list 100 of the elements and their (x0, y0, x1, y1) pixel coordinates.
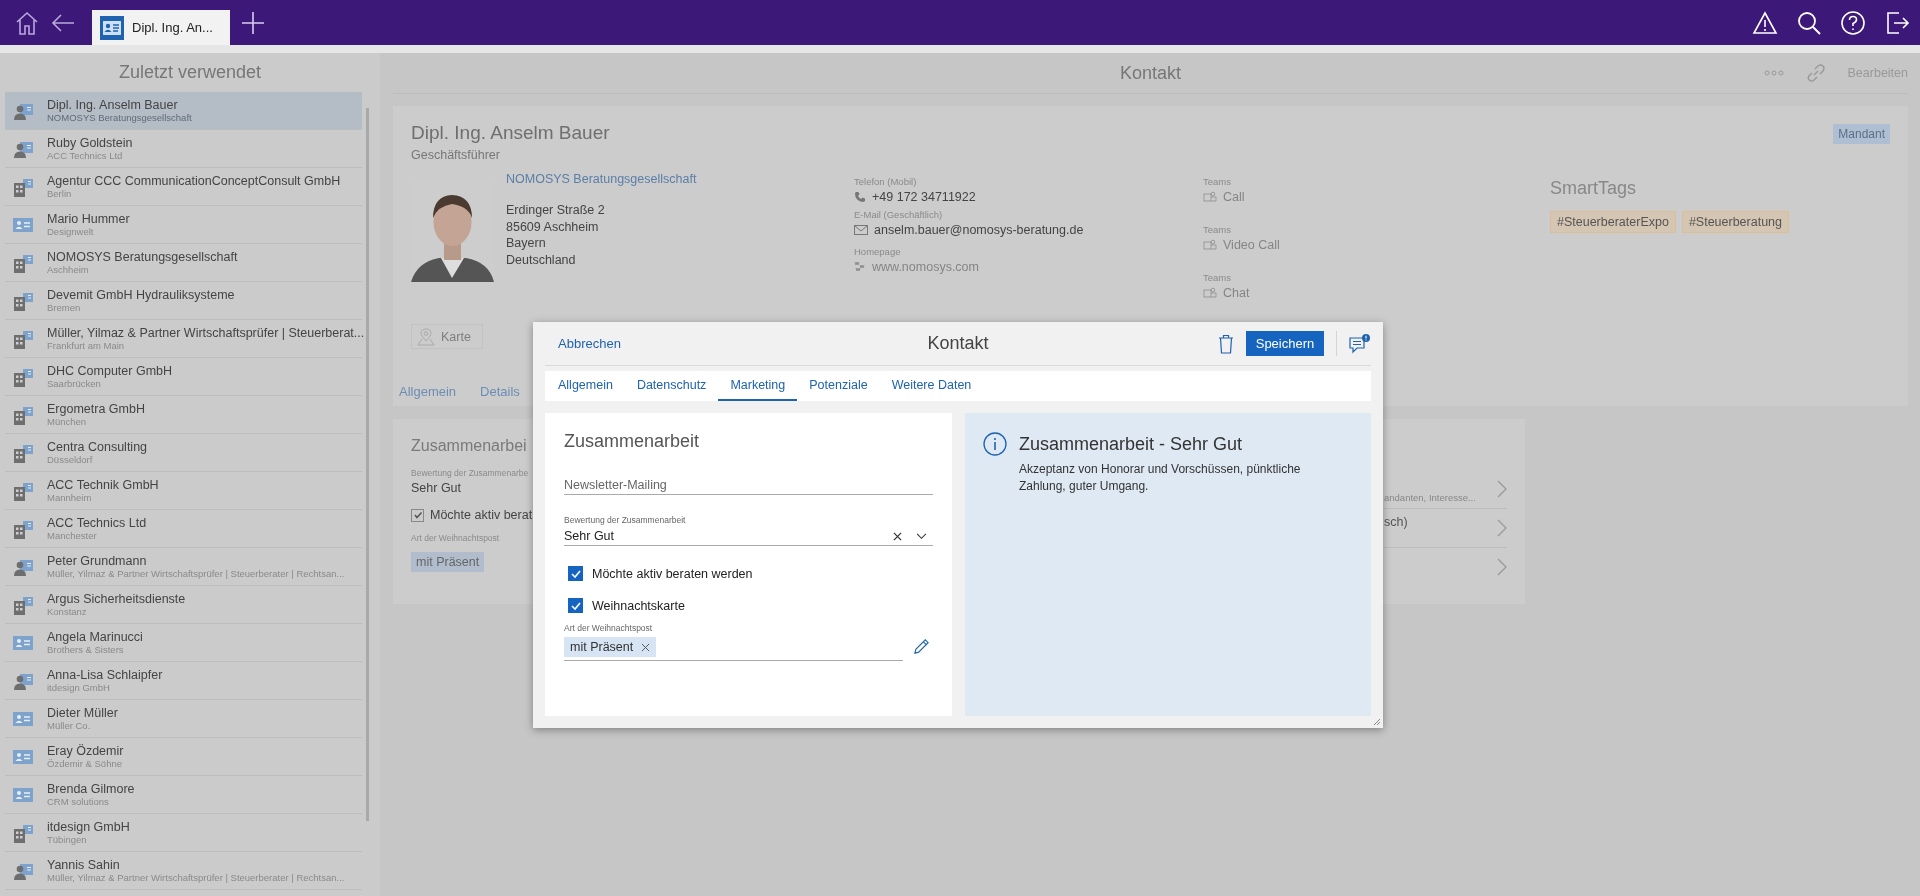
teams-icon (1203, 287, 1217, 299)
info-text: Akzeptanz von Honorar und Vorschüssen, pünktliche Zahlung, guter Umgang. (1019, 461, 1302, 495)
field-value: www.nomosys.com (872, 260, 979, 274)
warning-icon[interactable] (1752, 9, 1778, 36)
field-value: anselm.bauer@nomosys-beratung.de (874, 223, 1084, 237)
recent-item[interactable]: Dieter Müller Müller Co. (5, 700, 362, 738)
recent-item[interactable]: Angela Marinucci Brothers & Sisters (5, 624, 362, 662)
checkbox-label: Möchte aktiv beraten werden (592, 566, 753, 581)
recent-item[interactable]: Brenda Gilmore CRM solutions (5, 776, 362, 814)
recent-item[interactable]: NOMOSYS Beratungsgesellschaft Aschheim (5, 244, 362, 282)
cancel-button[interactable]: Abbrechen (558, 336, 621, 351)
dialog-tab[interactable]: Datenschutz (624, 371, 719, 401)
recent-item[interactable]: Centra Consulting Düsseldorf (5, 434, 362, 472)
item-name: Argus Sicherheitsdienste (47, 592, 186, 606)
scrollbar[interactable] (366, 108, 369, 821)
newsletter-field[interactable]: Newsletter-Mailing (564, 476, 933, 495)
recent-item[interactable]: ACC Technik GmbH Mannheim (5, 472, 362, 510)
recent-item[interactable]: Peter Grundmann Müller, Yilmaz & Partner Wirtschaftsprüfer | Steuerberater | Rechtsan... (5, 548, 362, 586)
recent-item[interactable]: Anna-Lisa Schlaipfer itdesign GmbH (5, 662, 362, 700)
recent-item[interactable]: itdesign GmbH Tübingen (5, 814, 362, 852)
recent-item[interactable]: Devemit GmbH Hydrauliksysteme Bremen (5, 282, 362, 320)
dialog-tab[interactable]: Allgemein (557, 371, 625, 401)
building-icon (13, 594, 33, 615)
dialog-tab[interactable]: Weitere Daten (879, 371, 984, 401)
address-line: Erdinger Straße 2 (506, 202, 606, 219)
rating-select[interactable]: Bewertung der Zusammenarbeit Sehr Gut (564, 515, 933, 546)
recent-item[interactable]: DHC Computer GmbH Saarbrücken (5, 358, 362, 396)
teams-icon (1203, 191, 1217, 203)
contact-name: Dipl. Ing. Anselm Bauer (411, 122, 610, 144)
value-chip[interactable]: mit Präsent (564, 637, 657, 657)
comment-alert-icon[interactable] (1349, 333, 1371, 354)
building-icon (13, 328, 33, 349)
checkbox[interactable] (411, 508, 424, 522)
building-icon (13, 822, 33, 843)
dialog-title: Kontakt (927, 333, 989, 354)
info-icon (983, 432, 1007, 456)
recent-item[interactable]: Argus Sicherheitsdienste Konstanz (5, 586, 362, 624)
list-title: sch) (1384, 514, 1408, 529)
recent-item[interactable]: Yannis Sahin Müller, Yilmaz & Partner Wirtschaftsprüfer | Steuerberater | Rechtsan... (5, 852, 362, 890)
remove-icon[interactable] (641, 642, 651, 652)
item-name: Peter Grundmann (47, 554, 148, 568)
field-label: Teams (1203, 272, 1232, 283)
building-icon (13, 480, 33, 501)
checkbox-label: Möchte aktiv berat (430, 508, 533, 522)
dialog-tab[interactable]: Marketing (718, 371, 798, 401)
item-name: Angela Marinucci (47, 630, 143, 644)
building-icon (13, 366, 33, 387)
mail-icon (854, 225, 868, 235)
checkbox-label: Weihnachtskarte (592, 598, 685, 613)
item-name: itdesign GmbH (47, 820, 130, 834)
item-subtitle: Bremen (47, 302, 82, 313)
phone-icon (854, 191, 866, 203)
document-tab[interactable]: Dipl. Ing. An... (92, 10, 230, 45)
resize-grip-icon[interactable] (1371, 716, 1381, 726)
edit-icon[interactable] (913, 638, 930, 655)
save-button[interactable]: Speichern (1246, 331, 1324, 356)
contact-role: Geschäftsführer (411, 148, 501, 162)
item-subtitle: Müller, Yilmaz & Partner Wirtschaftsprüfer | Steuerberater | Rechtsan... (47, 568, 345, 579)
add-icon[interactable] (240, 9, 266, 36)
recent-item[interactable]: Mario Hummer Designwelt (5, 206, 362, 244)
item-subtitle: Tübingen (47, 834, 88, 845)
status-badge: Mandant (1833, 124, 1890, 144)
field-label: Bewertung der Zusammenarbe (411, 468, 530, 478)
item-subtitle: Düsseldorf (47, 454, 94, 465)
item-name: Mario Hummer (47, 212, 130, 226)
recent-item[interactable]: ACC Technics Ltd Manchester (5, 510, 362, 548)
item-name: Agentur CCC CommunicationConceptConsult GmbH (47, 174, 341, 188)
help-icon[interactable] (1840, 9, 1866, 36)
item-subtitle: Brothers & Sisters (47, 644, 125, 655)
home-icon[interactable] (14, 9, 40, 36)
item-subtitle: Manchester (47, 530, 98, 541)
item-name: DHC Computer GmbH (47, 364, 173, 378)
item-name: ACC Technik GmbH (47, 478, 159, 492)
item-name: Anna-Lisa Schlaipfer (47, 668, 163, 682)
building-icon (13, 290, 33, 311)
checkbox[interactable] (568, 566, 583, 581)
field-label: Telefon (Mobil) (854, 176, 918, 187)
recent-item[interactable]: Dipl. Ing. Anselm Bauer NOMOSYS Beratungsgesellschaft (5, 92, 362, 130)
map-pin-icon (417, 327, 435, 346)
search-icon[interactable] (1796, 9, 1822, 36)
chevron-down-icon[interactable] (916, 532, 927, 540)
field-label: Teams (1203, 176, 1232, 187)
item-name: Eray Özdemir (47, 744, 124, 758)
clear-icon[interactable] (893, 531, 902, 541)
smart-tag[interactable]: #SteuerberaterExpo (1550, 211, 1676, 233)
smart-tag[interactable]: #Steuerberatung (1681, 211, 1790, 233)
section-title: Zusammenarbeit (564, 431, 701, 452)
recent-item[interactable]: Ergometra GmbH München (5, 396, 362, 434)
logout-icon[interactable] (1884, 9, 1910, 36)
recent-item[interactable]: Agentur CCC CommunicationConceptConsult GmbH Berlin (5, 168, 362, 206)
recent-item[interactable]: Eray Özdemir Özdemir & Söhne (5, 738, 362, 776)
trash-icon[interactable] (1218, 333, 1234, 354)
field-label: E-Mail (Geschäftlich) (854, 209, 944, 220)
dialog-tab[interactable]: Potenziale (797, 371, 880, 401)
teams-icon (1203, 239, 1217, 251)
item-subtitle: Mannheim (47, 492, 93, 503)
field-label: Teams (1203, 224, 1232, 235)
checkbox[interactable] (568, 598, 583, 613)
field-value: Sehr Gut (411, 481, 463, 495)
chip-label: mit Präsent (570, 640, 634, 654)
